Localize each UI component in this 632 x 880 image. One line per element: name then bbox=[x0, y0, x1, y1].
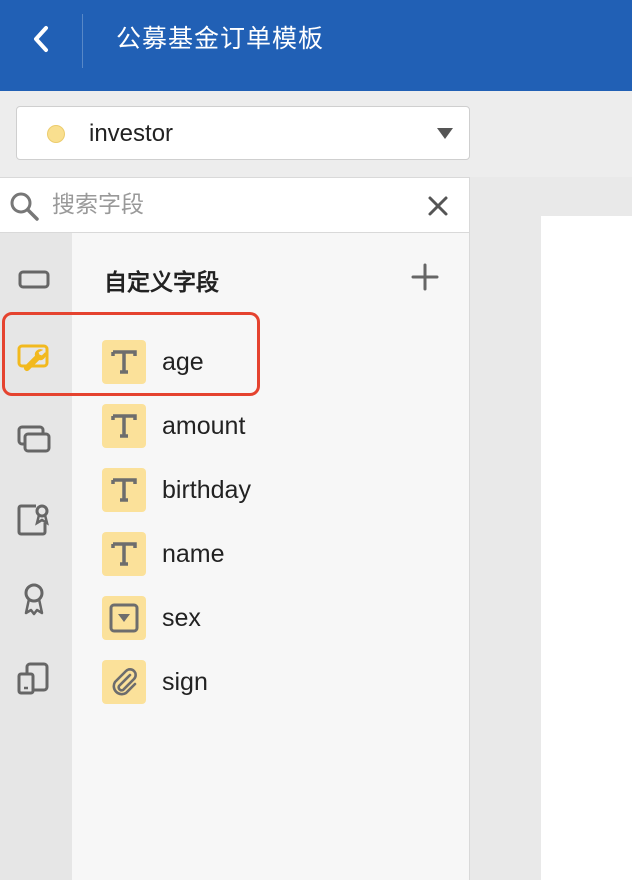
role-select-value: investor bbox=[89, 120, 174, 147]
field-label: birthday bbox=[162, 476, 251, 504]
rail-item-devices[interactable] bbox=[14, 659, 54, 699]
role-color-dot bbox=[47, 125, 65, 143]
role-select[interactable]: investor bbox=[16, 106, 470, 160]
text-field-icon bbox=[102, 340, 146, 384]
form-canvas[interactable] bbox=[541, 216, 632, 880]
rail-item-basic[interactable] bbox=[14, 259, 54, 299]
field-item-name[interactable]: name bbox=[100, 530, 440, 580]
field-item-sex[interactable]: sex bbox=[100, 594, 440, 644]
search-icon bbox=[10, 192, 39, 221]
attachment-field-icon bbox=[102, 660, 146, 704]
field-label: age bbox=[162, 348, 204, 376]
caret-down-icon bbox=[437, 128, 453, 139]
text-field-icon bbox=[102, 404, 146, 448]
header-divider bbox=[82, 14, 83, 68]
component-rail bbox=[0, 233, 72, 880]
close-icon[interactable] bbox=[424, 192, 452, 220]
devices-icon bbox=[17, 662, 49, 695]
search-input[interactable] bbox=[52, 188, 402, 222]
award-icon bbox=[24, 583, 44, 616]
field-item-age[interactable]: age bbox=[100, 338, 440, 388]
field-item-sign[interactable]: sign bbox=[100, 658, 440, 708]
rail-item-certificate[interactable] bbox=[14, 499, 54, 539]
back-button[interactable] bbox=[20, 18, 62, 60]
field-label: sex bbox=[162, 604, 201, 632]
text-field-icon bbox=[102, 532, 146, 576]
field-label: amount bbox=[162, 412, 246, 440]
page-title: 公募基金订单模板 bbox=[116, 24, 325, 53]
select-field-icon bbox=[102, 596, 146, 640]
wrench-icon bbox=[17, 344, 49, 371]
rectangle-icon bbox=[18, 270, 50, 289]
field-item-amount[interactable]: amount bbox=[100, 402, 440, 452]
certificate-icon bbox=[17, 504, 49, 536]
field-label: sign bbox=[162, 668, 208, 696]
rail-item-custom[interactable] bbox=[14, 339, 54, 379]
rail-item-layers[interactable] bbox=[14, 419, 54, 459]
text-field-icon bbox=[102, 468, 146, 512]
field-panel: 自定义字段 age amount birthday name sex sign bbox=[72, 233, 470, 880]
app-header: 公募基金订单模板 bbox=[0, 0, 632, 91]
rail-item-award[interactable] bbox=[14, 579, 54, 619]
role-bar: investor bbox=[0, 91, 632, 177]
plus-icon[interactable] bbox=[410, 262, 440, 292]
layers-icon bbox=[17, 425, 51, 453]
panel-title: 自定义字段 bbox=[104, 270, 219, 296]
field-search-bar bbox=[0, 177, 470, 233]
field-label: name bbox=[162, 540, 225, 568]
chevron-left-icon bbox=[34, 26, 48, 52]
field-item-birthday[interactable]: birthday bbox=[100, 466, 440, 516]
